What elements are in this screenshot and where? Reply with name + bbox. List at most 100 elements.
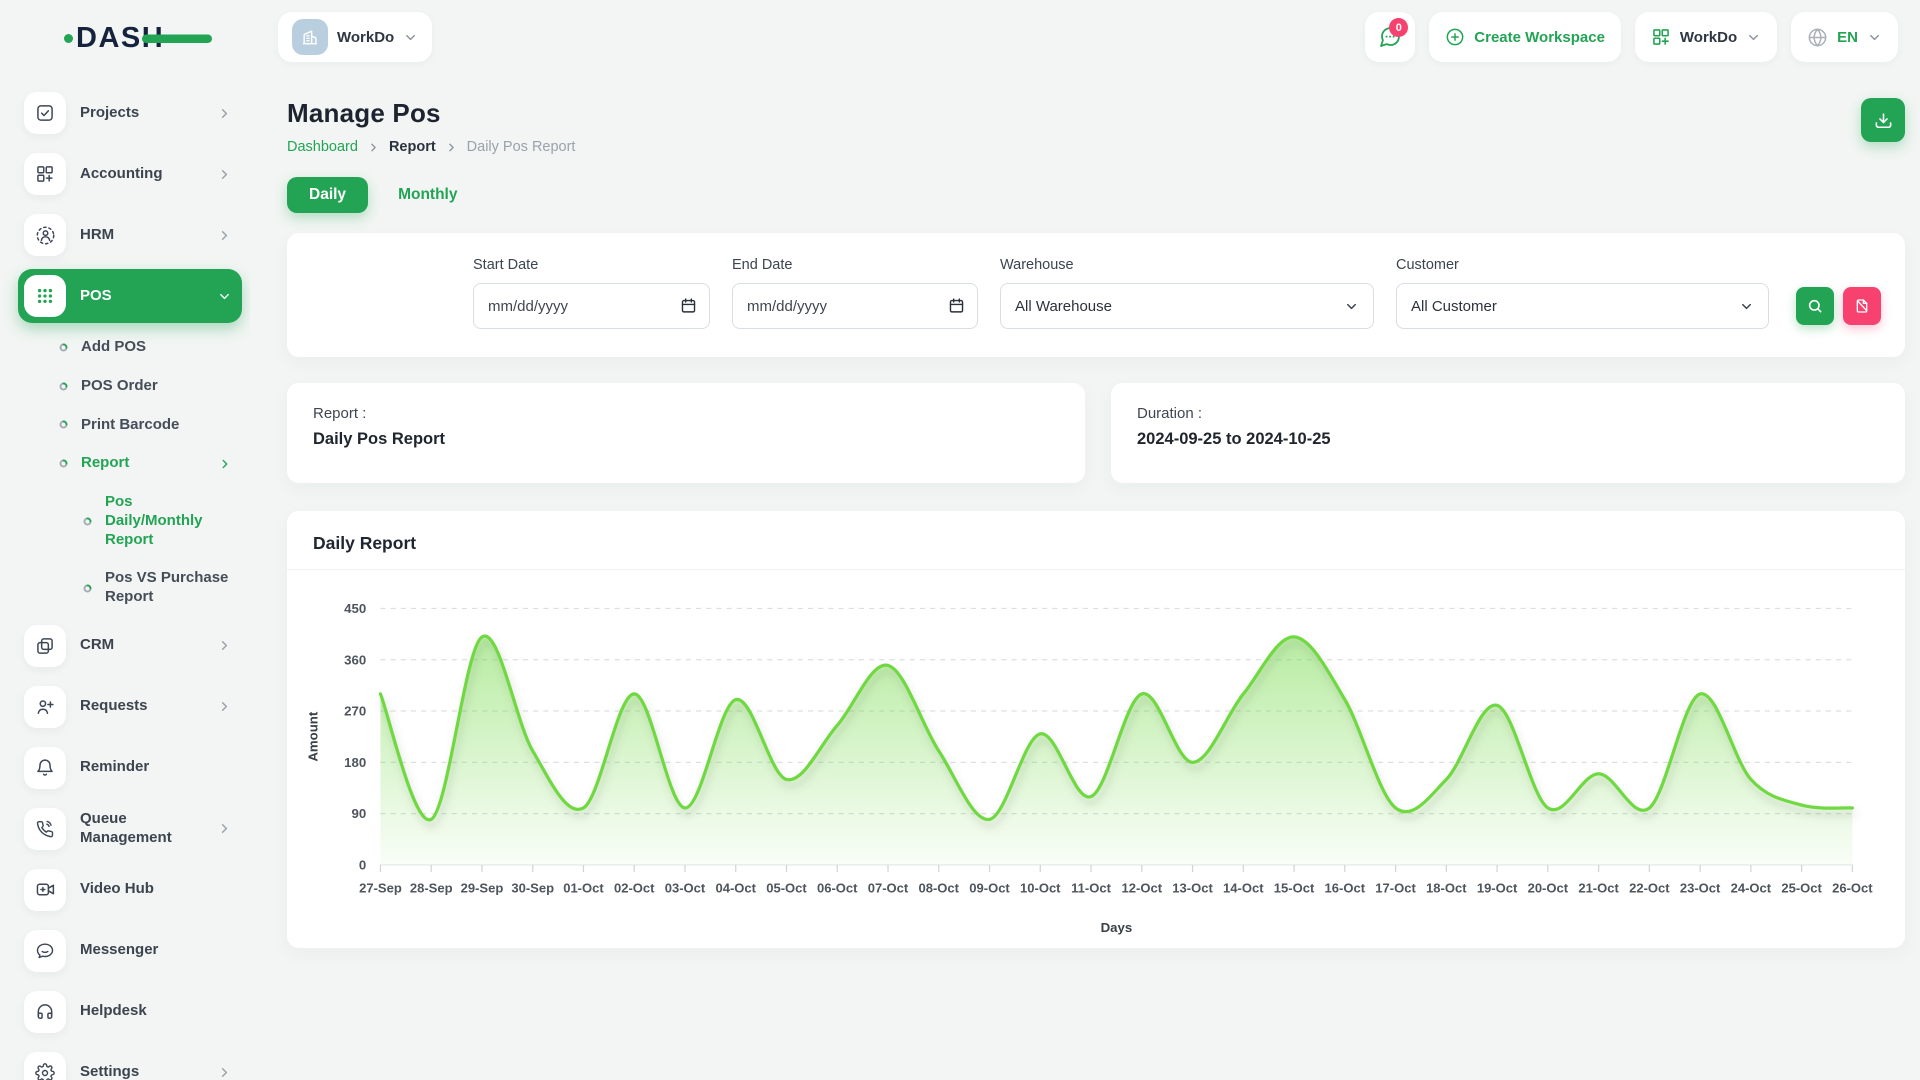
messages-button[interactable]: 0 bbox=[1365, 12, 1415, 62]
svg-text:14-Oct: 14-Oct bbox=[1223, 880, 1264, 895]
svg-text:12-Oct: 12-Oct bbox=[1122, 880, 1163, 895]
download-button[interactable] bbox=[1861, 98, 1905, 142]
svg-text:25-Oct: 25-Oct bbox=[1781, 880, 1822, 895]
report-summary-card: Report : Daily Pos Report bbox=[287, 383, 1085, 483]
svg-text:01-Oct: 01-Oct bbox=[563, 880, 604, 895]
sidebar-item-video-hub[interactable]: Video Hub bbox=[18, 863, 242, 917]
bullet-icon bbox=[82, 583, 93, 594]
sidebar-item-report[interactable]: Report bbox=[18, 446, 242, 481]
customer-selected-value: All Customer bbox=[1411, 298, 1497, 315]
workspace-switcher[interactable]: WorkDo bbox=[278, 12, 432, 62]
chevron-down-icon bbox=[1739, 299, 1754, 314]
create-workspace-button[interactable]: Create Workspace bbox=[1429, 12, 1621, 62]
bell-icon bbox=[24, 747, 66, 789]
customer-field: Customer All Customer bbox=[1396, 257, 1769, 329]
chevron-right-icon bbox=[217, 167, 232, 182]
sidebar-item-messenger[interactable]: Messenger bbox=[18, 924, 242, 978]
summary-cards: Report : Daily Pos Report Duration : 202… bbox=[287, 383, 1905, 483]
sidebar-item-crm[interactable]: CRM bbox=[18, 619, 242, 673]
end-date-input[interactable] bbox=[732, 283, 978, 329]
warehouse-label: Warehouse bbox=[1000, 257, 1374, 273]
start-date-input[interactable] bbox=[473, 283, 710, 329]
sidebar: Projects Accounting bbox=[0, 74, 250, 1080]
svg-text:26-Oct: 26-Oct bbox=[1832, 880, 1873, 895]
chevron-right-icon bbox=[218, 457, 232, 471]
svg-text:07-Oct: 07-Oct bbox=[868, 880, 909, 895]
brand-logo[interactable]: DASH bbox=[0, 16, 250, 58]
svg-text:09-Oct: 09-Oct bbox=[969, 880, 1010, 895]
globe-icon bbox=[1807, 27, 1828, 48]
svg-text:19-Oct: 19-Oct bbox=[1477, 880, 1518, 895]
search-button[interactable] bbox=[1796, 287, 1834, 325]
sidebar-item-pos-daily-monthly-report[interactable]: Pos Daily/Monthly Report bbox=[18, 485, 242, 557]
svg-text:20-Oct: 20-Oct bbox=[1528, 880, 1569, 895]
sidebar-item-add-pos[interactable]: Add POS bbox=[18, 330, 242, 365]
clear-file-icon bbox=[1854, 298, 1870, 314]
chevron-down-icon bbox=[217, 289, 232, 304]
main-content: Manage Pos Dashboard Report Daily Pos Re… bbox=[250, 74, 1920, 1080]
customer-label: Customer bbox=[1396, 257, 1769, 273]
breadcrumb-dashboard[interactable]: Dashboard bbox=[287, 139, 358, 155]
svg-text:11-Oct: 11-Oct bbox=[1071, 880, 1111, 895]
svg-text:21-Oct: 21-Oct bbox=[1578, 880, 1619, 895]
sidebar-item-requests[interactable]: Requests bbox=[18, 680, 242, 734]
svg-text:17-Oct: 17-Oct bbox=[1375, 880, 1416, 895]
warehouse-select[interactable]: All Warehouse bbox=[1000, 283, 1374, 329]
video-icon bbox=[24, 869, 66, 911]
sidebar-item-settings[interactable]: Settings bbox=[18, 1046, 242, 1080]
svg-text:15-Oct: 15-Oct bbox=[1274, 880, 1315, 895]
sidebar-item-accounting[interactable]: Accounting bbox=[18, 147, 242, 201]
customer-select[interactable]: All Customer bbox=[1396, 283, 1769, 329]
bullet-icon bbox=[58, 458, 69, 469]
svg-text:16-Oct: 16-Oct bbox=[1325, 880, 1366, 895]
duration-value: 2024-09-25 to 2024-10-25 bbox=[1137, 430, 1879, 449]
sidebar-item-pos-vs-purchase-report[interactable]: Pos VS Purchase Report bbox=[18, 561, 242, 615]
chevron-right-icon bbox=[217, 1065, 232, 1080]
duration-label: Duration : bbox=[1137, 405, 1879, 422]
accounting-grid-icon bbox=[24, 153, 66, 195]
sidebar-item-queue-management[interactable]: Queue Management bbox=[18, 802, 242, 856]
svg-text:29-Sep: 29-Sep bbox=[461, 880, 504, 895]
end-date-field: End Date bbox=[732, 257, 978, 329]
chevron-right-icon bbox=[217, 821, 232, 836]
svg-text:0: 0 bbox=[359, 858, 366, 873]
start-date-label: Start Date bbox=[473, 257, 710, 273]
tab-monthly[interactable]: Monthly bbox=[394, 177, 461, 213]
topbar: DASH WorkDo 0 bbox=[0, 0, 1920, 74]
download-icon bbox=[1874, 111, 1893, 130]
reset-filter-button[interactable] bbox=[1843, 287, 1881, 325]
chevron-down-icon bbox=[1867, 30, 1882, 45]
chevron-right-icon bbox=[217, 106, 232, 121]
app-root: DASH WorkDo 0 bbox=[0, 0, 1920, 1080]
tab-daily[interactable]: Daily bbox=[287, 177, 368, 213]
sidebar-item-print-barcode[interactable]: Print Barcode bbox=[18, 408, 242, 443]
breadcrumb-current: Daily Pos Report bbox=[467, 139, 576, 155]
start-date-field: Start Date bbox=[473, 257, 710, 329]
sidebar-item-pos[interactable]: POS bbox=[18, 269, 242, 323]
gear-icon bbox=[24, 1052, 66, 1080]
headphones-icon bbox=[24, 991, 66, 1033]
breadcrumb: Dashboard Report Daily Pos Report bbox=[287, 139, 575, 155]
svg-text:18-Oct: 18-Oct bbox=[1426, 880, 1467, 895]
duration-summary-card: Duration : 2024-09-25 to 2024-10-25 bbox=[1111, 383, 1905, 483]
sidebar-item-helpdesk[interactable]: Helpdesk bbox=[18, 985, 242, 1039]
chevron-right-icon bbox=[217, 228, 232, 243]
svg-text:Days: Days bbox=[1101, 920, 1133, 935]
chart-title: Daily Report bbox=[313, 533, 1879, 554]
chevron-right-icon bbox=[217, 638, 232, 653]
sidebar-item-reminder[interactable]: Reminder bbox=[18, 741, 242, 795]
daily-report-area-chart: 09018027036045027-Sep28-Sep29-Sep30-Sep0… bbox=[299, 584, 1887, 942]
company-menu-label: WorkDo bbox=[1680, 29, 1737, 46]
breadcrumb-report[interactable]: Report bbox=[389, 139, 436, 155]
svg-text:180: 180 bbox=[344, 755, 366, 770]
workspace-switcher-label: WorkDo bbox=[337, 29, 394, 46]
language-menu[interactable]: EN bbox=[1791, 12, 1898, 62]
chevron-right-icon bbox=[445, 141, 458, 154]
workspace-avatar bbox=[292, 19, 328, 55]
create-workspace-label: Create Workspace bbox=[1474, 29, 1605, 46]
report-value: Daily Pos Report bbox=[313, 430, 1059, 449]
sidebar-item-projects[interactable]: Projects bbox=[18, 86, 242, 140]
sidebar-item-pos-order[interactable]: POS Order bbox=[18, 369, 242, 404]
company-menu[interactable]: WorkDo bbox=[1635, 12, 1777, 62]
sidebar-item-hrm[interactable]: HRM bbox=[18, 208, 242, 262]
